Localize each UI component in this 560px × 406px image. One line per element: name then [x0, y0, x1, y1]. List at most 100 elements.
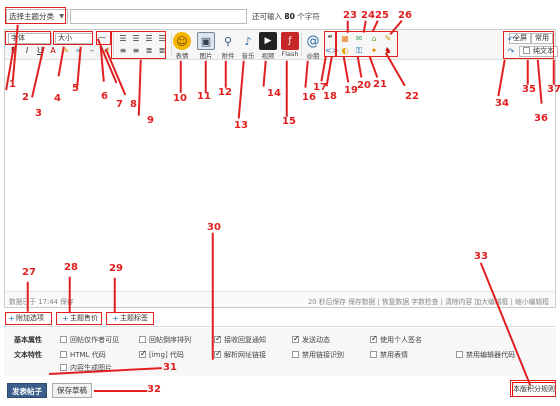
text-attributes-label: 文本特性	[14, 351, 42, 359]
font-color-icon[interactable]: A	[48, 46, 58, 56]
tab-price[interactable]: 主题售价	[60, 312, 98, 325]
char-remaining-hint: 还可输入 80 个字符	[252, 11, 320, 22]
option-image-gen[interactable]: 内容生成图片	[60, 363, 112, 373]
option-label: 回帖仅作者可见	[70, 336, 119, 344]
char-hint-suffix: 个字符	[297, 12, 320, 21]
align-center-icon[interactable]: ☰	[131, 34, 141, 44]
annotation-label: 32	[147, 384, 161, 395]
option-label: 回帖倒序排列	[149, 336, 191, 344]
paperclip-icon[interactable]: ⚲	[219, 32, 237, 50]
flash-icon[interactable]: ƒ	[281, 32, 299, 50]
index-icon[interactable]: ♞	[383, 46, 393, 56]
checkbox[interactable]	[139, 336, 146, 343]
checkbox[interactable]	[456, 351, 463, 358]
plain-text-checkbox[interactable]	[523, 47, 530, 54]
font-size-select[interactable]: 大小	[55, 33, 93, 44]
category-select[interactable]: 选择主题分类 ▼	[6, 9, 68, 24]
clear-format-icon[interactable]: ✐	[102, 46, 112, 56]
image-label: 图片	[199, 52, 213, 60]
font-family-label: 字体	[11, 34, 25, 42]
unordered-list-icon[interactable]: ≡	[131, 46, 141, 56]
hide-icon[interactable]: ◐	[340, 46, 350, 56]
editor-statusbar: 数据已于 17:44 保存 20 秒后保存 保存数据 | 恢复数据 字数检查 |…	[5, 291, 555, 307]
at-icon[interactable]: @	[304, 32, 322, 50]
options-panel: 基本属性 文本特性 回帖仅作者可见 回帖倒序排列 接收回复通知 发送动态 使用个…	[4, 328, 556, 376]
option-label: 发送动态	[302, 336, 330, 344]
option-label: 解析网址链接	[224, 351, 266, 359]
chevron-down-icon: ▼	[59, 13, 64, 20]
option-parse-url[interactable]: 解析网址链接	[214, 349, 266, 360]
align-right-icon[interactable]: ☰	[144, 34, 154, 44]
option-send-feed[interactable]: 发送动态	[292, 334, 330, 345]
tab-extra-options[interactable]: 附加选项	[6, 312, 44, 325]
common-button[interactable]: 常用	[531, 33, 553, 44]
checkbox[interactable]	[214, 349, 222, 358]
credit-rules-link[interactable]: 本版积分规则	[512, 382, 556, 397]
bold-icon[interactable]: B	[9, 46, 19, 56]
option-label: 使用个人签名	[380, 336, 422, 344]
emoji-label: 表情	[175, 52, 189, 60]
subject-input[interactable]	[70, 9, 247, 24]
sell-icon[interactable]: ✦	[369, 46, 379, 56]
link-icon[interactable]: ∞	[74, 46, 84, 56]
checkbox[interactable]	[60, 336, 67, 343]
editor-status-actions[interactable]: 20 秒后保存 保存数据 | 恢复数据 字数检查 | 清除内容 加大编辑框 | …	[308, 296, 549, 306]
post-button[interactable]: 发表帖子	[7, 383, 47, 398]
option-disable-link[interactable]: 禁用链接识别	[292, 350, 344, 360]
option-disable-smilies[interactable]: 禁用表情	[370, 350, 408, 360]
underline-icon[interactable]: U	[35, 46, 45, 56]
option-reply-notify[interactable]: 接收回复通知	[214, 334, 266, 345]
option-use-signature[interactable]: 使用个人签名	[370, 334, 422, 345]
code-icon[interactable]: <>	[325, 46, 338, 56]
option-html-code[interactable]: HTML 代码	[60, 350, 106, 360]
ordered-list-icon[interactable]: ≡	[118, 46, 128, 56]
undo-icon[interactable]: ↶	[506, 35, 516, 45]
postbg-icon[interactable]: ⌂	[369, 34, 379, 44]
common-label: 常用	[535, 34, 549, 42]
indent-icon[interactable]: ≣	[144, 46, 154, 56]
char-hint-count: 80	[284, 12, 295, 21]
option-author-only[interactable]: 回帖仅作者可见	[60, 335, 119, 345]
italic-icon[interactable]: I	[22, 46, 32, 56]
plain-text-toggle[interactable]: 纯文本	[519, 46, 558, 57]
tab-tags[interactable]: 主题标签	[110, 312, 148, 325]
checkbox[interactable]	[214, 334, 222, 343]
align-justify-icon[interactable]: ☰	[157, 34, 167, 44]
smile-icon[interactable]: ☺	[173, 32, 191, 50]
video-icon[interactable]: ▶	[259, 32, 277, 50]
checkbox[interactable]	[292, 351, 299, 358]
option-label: 禁用编辑器代码	[466, 351, 515, 359]
option-img-code[interactable]: [img] 代码	[139, 349, 184, 360]
option-disable-bbcode[interactable]: 禁用编辑器代码	[456, 350, 515, 360]
content-textarea[interactable]	[5, 61, 555, 290]
free-icon[interactable]: ✉	[354, 34, 364, 44]
outdent-icon[interactable]: ≣	[157, 46, 167, 56]
option-label: 接收回复通知	[224, 336, 266, 344]
table-icon[interactable]: ▦	[340, 34, 350, 44]
title-row: 选择主题分类 ▼ 还可输入 80 个字符	[4, 8, 556, 24]
checkbox[interactable]	[370, 334, 378, 343]
editor: 字体 大小 B I U A ✎ ∞ ⌁ — ✐ ☰ ☰ ☰ ☰ ≡ ≡ ≣ ≣ …	[4, 29, 558, 308]
unlink-icon[interactable]: ⌁	[87, 46, 97, 56]
redo-icon[interactable]: ↷	[506, 47, 516, 57]
save-draft-button[interactable]: 保存草稿	[52, 383, 92, 398]
quote-icon[interactable]: “	[325, 34, 335, 44]
highlight-icon[interactable]: ✎	[61, 46, 71, 56]
option-reverse-order[interactable]: 回帖倒序排列	[139, 335, 191, 345]
font-size-label: 大小	[58, 34, 72, 42]
checkbox[interactable]	[292, 334, 300, 343]
horizontal-rule-icon[interactable]: —	[97, 33, 107, 43]
checkbox[interactable]	[370, 351, 377, 358]
password-icon[interactable]: ⚿	[354, 46, 364, 56]
char-hint-prefix: 还可输入	[252, 12, 282, 21]
page-icon[interactable]: ✎	[383, 34, 393, 44]
checkbox[interactable]	[139, 349, 147, 358]
toolbar-separator	[113, 33, 114, 57]
extra-tabs: 附加选项 主题售价 主题标签	[4, 312, 556, 325]
image-icon[interactable]: ▣	[197, 32, 215, 50]
music-icon[interactable]: ♪	[239, 32, 257, 50]
font-family-select[interactable]: 字体	[8, 33, 52, 44]
checkbox[interactable]	[60, 351, 67, 358]
align-left-icon[interactable]: ☰	[118, 34, 128, 44]
checkbox[interactable]	[60, 364, 67, 371]
